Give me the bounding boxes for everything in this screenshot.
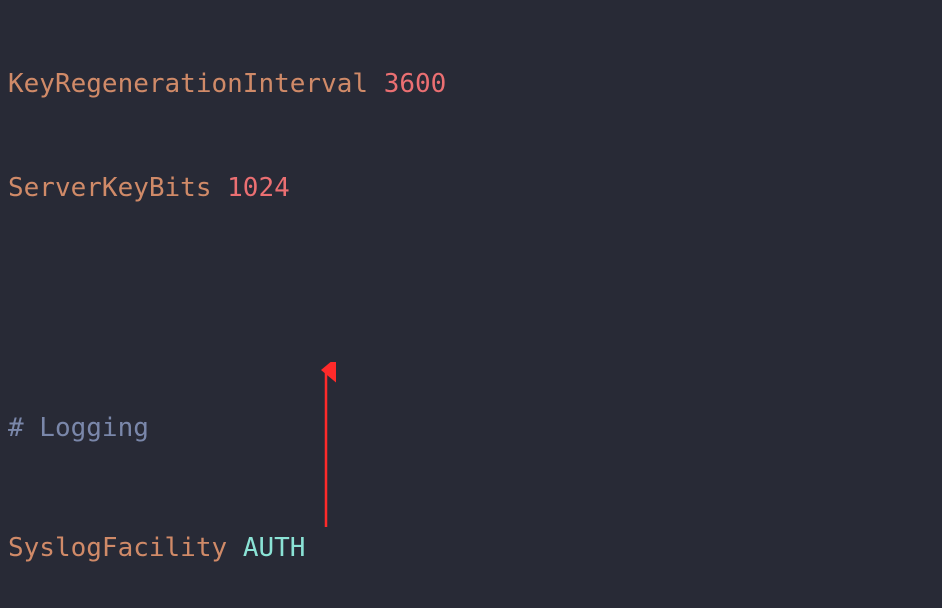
comment-line: # Logging — [8, 408, 942, 448]
config-key: SyslogFacility — [8, 533, 227, 563]
config-value: 3600 — [384, 69, 447, 99]
config-line: KeyRegenerationInterval 3600 — [8, 64, 942, 88]
config-value: 1024 — [227, 173, 290, 203]
config-line: SyslogFacility AUTH — [8, 528, 942, 568]
blank-line — [8, 288, 942, 328]
config-key: ServerKeyBits — [8, 173, 212, 203]
comment-text: # Logging — [8, 413, 149, 443]
config-key: KeyRegenerationInterval — [8, 69, 368, 99]
config-value: AUTH — [243, 533, 306, 563]
code-editor[interactable]: KeyRegenerationInterval 3600 ServerKeyBi… — [0, 0, 942, 608]
config-line: ServerKeyBits 1024 — [8, 168, 942, 208]
